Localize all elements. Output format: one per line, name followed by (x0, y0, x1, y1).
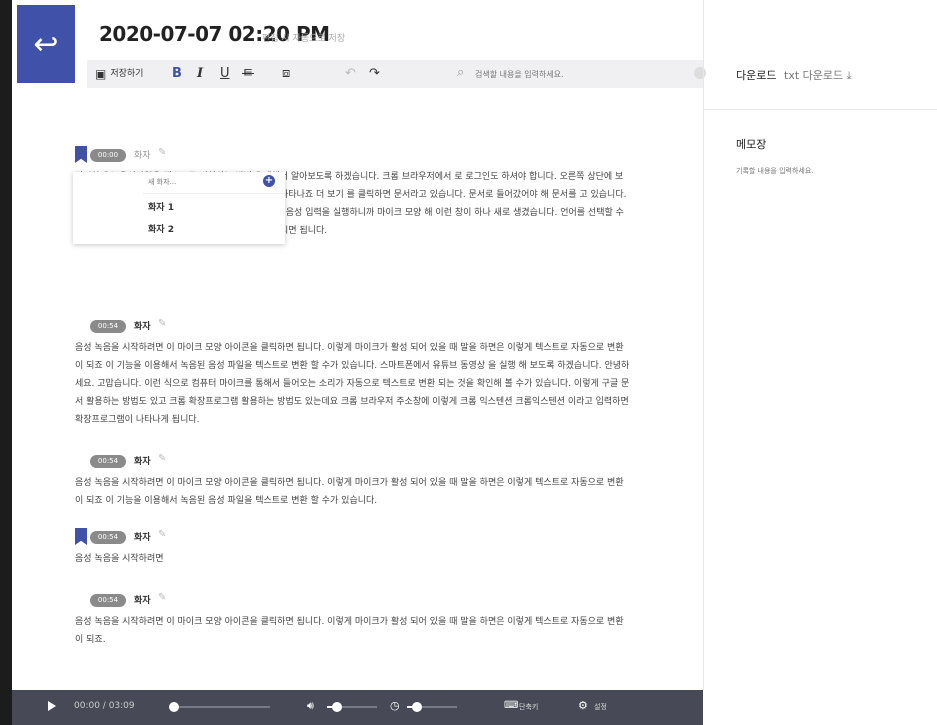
segment-text[interactable]: 음성 녹음을 시작하려면 이 마이크 모양 아이콘을 클릭하면 됩니다. 이렇게… (75, 339, 630, 429)
left-edge-strip (0, 0, 12, 725)
save-button[interactable]: ▣ 저장하기 (95, 65, 143, 83)
save-label: 저장하기 (110, 69, 144, 79)
keyboard-icon[interactable]: ⌨ (504, 700, 518, 711)
speaker-label[interactable]: 화자 (134, 593, 151, 606)
memo-title: 메모장 (736, 138, 767, 151)
pencil-icon[interactable]: ✎ (158, 147, 166, 158)
shortcuts-button[interactable]: 단축키 (519, 702, 538, 712)
transcript-segment: 00:54 화자 ✎ 음성 녹음을 시작하려면 이 마이크 모양 아이콘을 클릭… (75, 591, 630, 649)
volume-icon[interactable]: 🔊︎ (307, 699, 314, 713)
editor-toolbar: ▣ 저장하기 B I U ㅌ ⧈ ↶ ↷ ⌕ (87, 60, 706, 88)
segment-text[interactable]: 음성 녹음을 시작하려면 이 마이크 모양 아이콘을 클릭하면 됩니다. 이렇게… (75, 613, 630, 649)
play-icon[interactable] (48, 701, 56, 711)
speaker-label[interactable]: 화자 (134, 454, 151, 467)
speaker-label[interactable]: 화자 (134, 148, 151, 161)
autosave-note: 편집 시 자동으로 저장 (262, 34, 346, 44)
speaker-option-1[interactable]: 화자 1 (148, 200, 174, 213)
time-badge[interactable]: 00:00 (90, 149, 126, 162)
pencil-icon[interactable]: ✎ (158, 592, 166, 603)
download-button[interactable]: 다운로드 (736, 67, 776, 83)
strikethrough-button[interactable]: ㅌ (242, 65, 254, 83)
pencil-icon[interactable]: ✎ (158, 453, 166, 464)
speaker-dropdown: + 화자 1 화자 2 (73, 172, 285, 244)
playback-time: 00:00 / 03:09 (74, 701, 135, 711)
highlight-button[interactable]: ⧈ (282, 65, 290, 83)
time-badge[interactable]: 00:54 (90, 455, 126, 468)
pencil-icon[interactable]: ✎ (158, 318, 166, 329)
txt-download-button[interactable]: txt 다운로드 ⤓ (784, 67, 852, 83)
download-icon: ⤓ (846, 69, 852, 82)
memo-input[interactable] (736, 164, 926, 178)
settings-button[interactable]: 설정 (594, 702, 607, 712)
volume-knob[interactable] (332, 702, 342, 712)
italic-button[interactable]: I (197, 65, 203, 83)
segment-text[interactable]: 음성 녹음을 시작하려면 이 마이크 모양 아이콘을 클릭하면 됩니다. 이렇게… (75, 474, 630, 510)
right-panel: 다운로드 txt 다운로드 ⤓ 메모장 (703, 0, 937, 690)
redo-icon[interactable]: ↷ (369, 65, 380, 83)
time-badge[interactable]: 00:54 (90, 531, 126, 544)
download-row: 다운로드 txt 다운로드 ⤓ (704, 0, 937, 110)
progress-knob[interactable] (169, 702, 179, 712)
speaker-label[interactable]: 화자 (134, 319, 151, 332)
bookmark-icon[interactable] (75, 528, 87, 545)
gear-icon[interactable]: ⚙ (578, 699, 588, 712)
transcript-segment: 00:54 화자 ✎ 음성 녹음을 시작하려면 (75, 528, 630, 568)
audio-player-bar: 00:00 / 03:09 🔊︎ ◷ ⌨ 단축키 ⚙ 설정 (12, 690, 703, 725)
bold-button[interactable]: B (172, 65, 182, 83)
add-speaker-icon[interactable]: + (263, 175, 275, 187)
speed-knob[interactable] (412, 702, 422, 712)
search-input[interactable] (475, 66, 675, 82)
time-badge[interactable]: 00:54 (90, 594, 126, 607)
search-icon: ⌕ (457, 65, 465, 80)
pencil-icon[interactable]: ✎ (158, 529, 166, 540)
speaker-label[interactable]: 화자 (134, 530, 151, 543)
time-badge[interactable]: 00:54 (90, 320, 126, 333)
transcript-segment: 00:54 화자 ✎ 음성 녹음을 시작하려면 이 마이크 모양 아이콘을 클릭… (75, 452, 630, 510)
back-button[interactable]: ↩ (17, 5, 75, 83)
dropdown-divider (143, 193, 285, 194)
underline-button[interactable]: U (220, 65, 230, 83)
return-arrow-icon: ↩ (33, 26, 59, 62)
speed-icon[interactable]: ◷ (390, 699, 400, 712)
new-speaker-input[interactable] (148, 175, 258, 189)
transcript-segment: 00:54 화자 ✎ 음성 녹음을 시작하려면 이 마이크 모양 아이콘을 클릭… (75, 317, 630, 429)
undo-icon[interactable]: ↶ (345, 65, 356, 83)
progress-track[interactable] (174, 706, 270, 708)
segment-text[interactable]: 음성 녹음을 시작하려면 (75, 550, 630, 568)
bookmark-icon[interactable] (75, 146, 87, 163)
speaker-option-2[interactable]: 화자 2 (148, 222, 174, 235)
save-disk-icon: ▣ (95, 67, 107, 81)
